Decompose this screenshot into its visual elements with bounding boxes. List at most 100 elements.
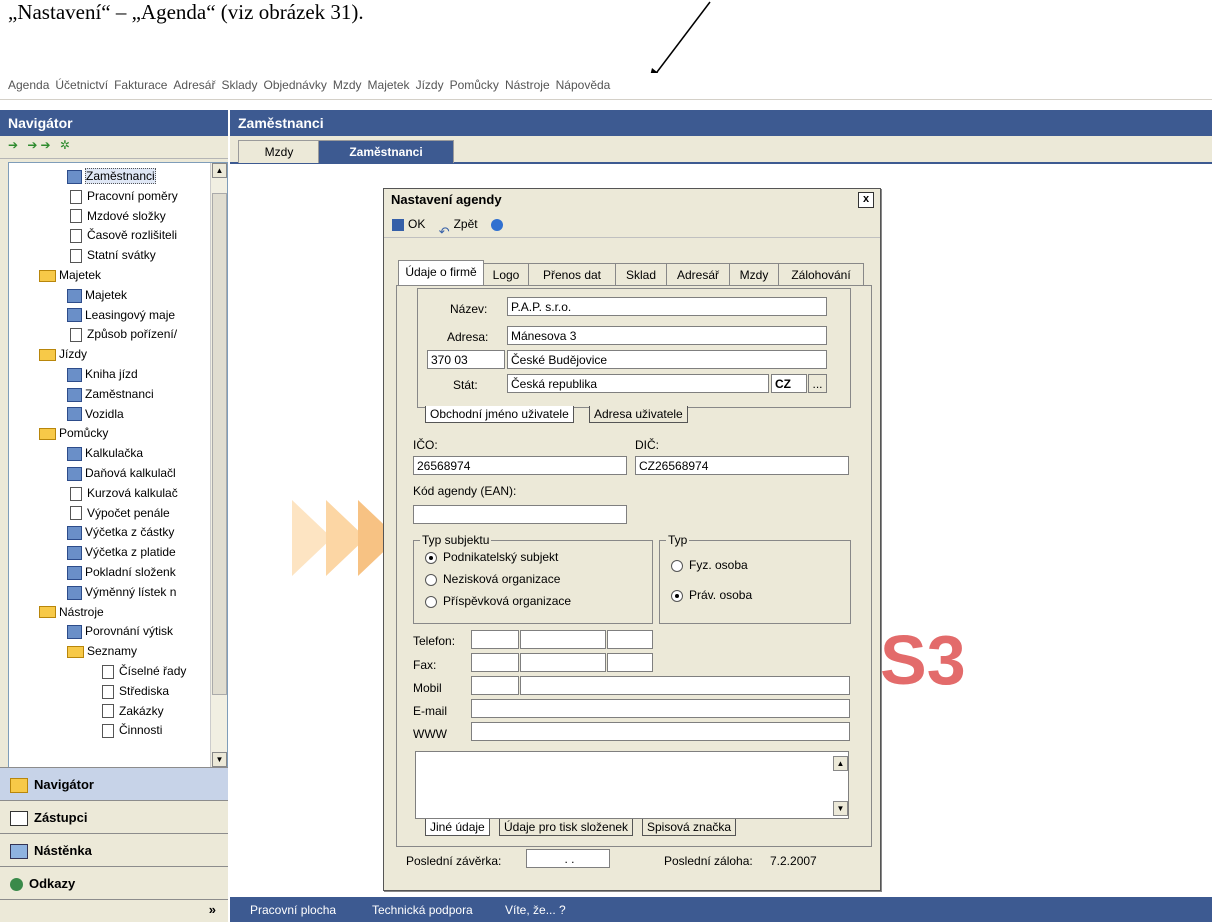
radio-prispevkova[interactable]: Příspěvková organizace	[425, 594, 571, 608]
tree-item[interactable]: Číselné řady	[99, 662, 186, 681]
tree-item[interactable]: Zaměstnanci	[67, 167, 156, 186]
name-input[interactable]: P.A.P. s.r.o.	[507, 297, 827, 316]
arrow-right-icon[interactable]: ➔	[8, 138, 21, 152]
menu-item-fakturace[interactable]: Fakturace	[111, 73, 170, 92]
tree-item[interactable]: Zaměstnanci	[67, 385, 154, 404]
tree-item[interactable]: Způsob pořízení/	[67, 325, 177, 344]
navbtn-zastupci[interactable]: Zástupci	[0, 800, 228, 834]
menu-item-majetek[interactable]: Majetek	[365, 73, 413, 92]
tree-item[interactable]: Leasingový maje	[67, 306, 175, 325]
subtab-jine-udaje[interactable]: Jiné údaje	[425, 819, 490, 836]
scroll-thumb[interactable]	[212, 193, 227, 695]
tree-vertical-scrollbar[interactable]: ▲ ▼	[210, 163, 227, 767]
tab-technicka-podpora[interactable]: Technická podpora	[372, 903, 473, 917]
state-more-button[interactable]: ...	[808, 374, 827, 393]
menu-item-mzdy[interactable]: Mzdy	[330, 73, 365, 92]
state-code-input[interactable]: CZ	[771, 374, 807, 393]
tab-mzdy[interactable]: Mzdy	[729, 263, 779, 286]
menu-item-sklady[interactable]: Sklady	[218, 73, 260, 92]
email-input[interactable]	[471, 699, 850, 718]
double-arrow-right-icon[interactable]: ➔➔	[27, 138, 53, 152]
subtab-spisova-znacka[interactable]: Spisová značka	[642, 819, 737, 836]
menu-item-objednavky[interactable]: Objednávky	[260, 73, 329, 92]
tab-mzdy[interactable]: Mzdy	[238, 140, 320, 163]
street-input[interactable]: Mánesova 3	[507, 326, 827, 345]
tree-item[interactable]: Daňová kalkulačl	[67, 464, 176, 483]
help-button[interactable]	[490, 211, 507, 237]
tab-vite-ze[interactable]: Víte, že... ?	[505, 903, 566, 917]
tree-item[interactable]: Kalkulačka	[67, 444, 143, 463]
phone-prefix-input[interactable]	[471, 630, 519, 649]
tree-item[interactable]: Kurzová kalkulač	[67, 484, 178, 503]
last-close-input[interactable]: . .	[526, 849, 610, 868]
subtab-udaje-pro-tisk[interactable]: Údaje pro tisk složenek	[499, 819, 634, 836]
radio-podnikatelsky[interactable]: Podnikatelský subjekt	[425, 550, 558, 564]
navigator-tree[interactable]: Zaměstnanci Pracovní poměry Mzdové složky Č…	[8, 162, 228, 768]
fax-ext-input[interactable]	[607, 653, 653, 672]
menu-item-napoveda[interactable]: Nápověda	[553, 73, 614, 92]
radio-neziskova[interactable]: Nezisková organizace	[425, 572, 560, 586]
fax-prefix-input[interactable]	[471, 653, 519, 672]
tree-item[interactable]: Časově rozlišiteli	[67, 226, 177, 245]
tab-sklad[interactable]: Sklad	[615, 263, 667, 286]
tree-item[interactable]: Výčetka z částky	[67, 523, 174, 542]
tab-udaje-o-firme[interactable]: Údaje o firmě	[398, 260, 484, 286]
state-input[interactable]: Česká republika	[507, 374, 769, 393]
www-input[interactable]	[471, 722, 850, 741]
tree-item[interactable]: Pomůcky	[39, 424, 108, 443]
menu-item-nastroje[interactable]: Nástroje	[502, 73, 553, 92]
tree-item[interactable]: Kniha jízd	[67, 365, 138, 384]
tree-item[interactable]: Zakázky	[99, 702, 164, 721]
fax-input[interactable]	[520, 653, 606, 672]
tab-logo[interactable]: Logo	[483, 263, 529, 286]
tree-item[interactable]: Činnosti	[99, 721, 162, 740]
tree-item[interactable]: Mzdové složky	[67, 207, 166, 226]
tree-item[interactable]: Jízdy	[39, 345, 87, 364]
radio-prav-osoba[interactable]: Práv. osoba	[671, 588, 752, 602]
menu-item-ucetnictvi[interactable]: Účetnictví	[52, 73, 111, 92]
phone-input[interactable]	[520, 630, 606, 649]
refresh-icon[interactable]: ✲	[60, 138, 73, 152]
navbtn-nastenka[interactable]: Nástěnka	[0, 833, 228, 867]
tree-item[interactable]: Seznamy	[67, 642, 137, 661]
close-icon[interactable]: x	[858, 192, 874, 208]
tree-item[interactable]: Nástroje	[39, 603, 104, 622]
notes-textarea[interactable]	[415, 751, 849, 819]
tree-item[interactable]: Výměnný lístek n	[67, 583, 176, 602]
tree-item[interactable]: Pracovní poměry	[67, 187, 178, 206]
scroll-up-icon[interactable]: ▲	[212, 163, 227, 178]
tree-item[interactable]: Statní svátky	[67, 246, 156, 265]
subtab-adresa-uzivatele[interactable]: Adresa uživatele	[589, 406, 688, 423]
menu-item-adresar[interactable]: Adresář	[170, 73, 218, 92]
tree-item[interactable]: Porovnání výtisk	[67, 622, 173, 641]
scroll-down-icon[interactable]: ▼	[212, 752, 227, 767]
radio-fyz-osoba[interactable]: Fyz. osoba	[671, 558, 748, 572]
ok-button[interactable]: OK	[392, 211, 425, 237]
phone-ext-input[interactable]	[607, 630, 653, 649]
scroll-down-icon[interactable]: ▼	[833, 801, 848, 816]
back-button[interactable]: ↶ Zpět	[439, 211, 478, 239]
menu-item-agenda[interactable]: Agenda	[0, 73, 52, 92]
navbtn-odkazy[interactable]: Odkazy	[0, 866, 228, 900]
tree-item[interactable]: Výpočet penále	[67, 504, 170, 523]
tree-item[interactable]: Pokladní složenk	[67, 563, 176, 582]
tree-item[interactable]: Vozidla	[67, 405, 124, 424]
tree-item[interactable]: Střediska	[99, 682, 169, 701]
scroll-up-icon[interactable]: ▲	[833, 756, 848, 771]
menu-item-jizdy[interactable]: Jízdy	[413, 73, 447, 92]
tab-zalohovani[interactable]: Zálohování	[778, 263, 864, 286]
menu-item-pomucky[interactable]: Pomůcky	[447, 73, 502, 92]
navbtn-more[interactable]: »	[0, 899, 228, 922]
tab-adresar[interactable]: Adresář	[666, 263, 730, 286]
tree-item[interactable]: Výčetka z platide	[67, 543, 176, 562]
dic-input[interactable]: CZ26568974	[635, 456, 849, 475]
navbtn-navigator[interactable]: Navigátor	[0, 767, 228, 801]
mobile-prefix-input[interactable]	[471, 676, 519, 695]
ico-input[interactable]: 26568974	[413, 456, 627, 475]
tab-prenos-dat[interactable]: Přenos dat	[528, 263, 616, 286]
tab-pracovni-plocha[interactable]: Pracovní plocha	[250, 903, 336, 917]
ean-input[interactable]	[413, 505, 627, 524]
mobile-input[interactable]	[520, 676, 850, 695]
tree-item[interactable]: Majetek	[67, 286, 127, 305]
city-input[interactable]: České Budějovice	[507, 350, 827, 369]
